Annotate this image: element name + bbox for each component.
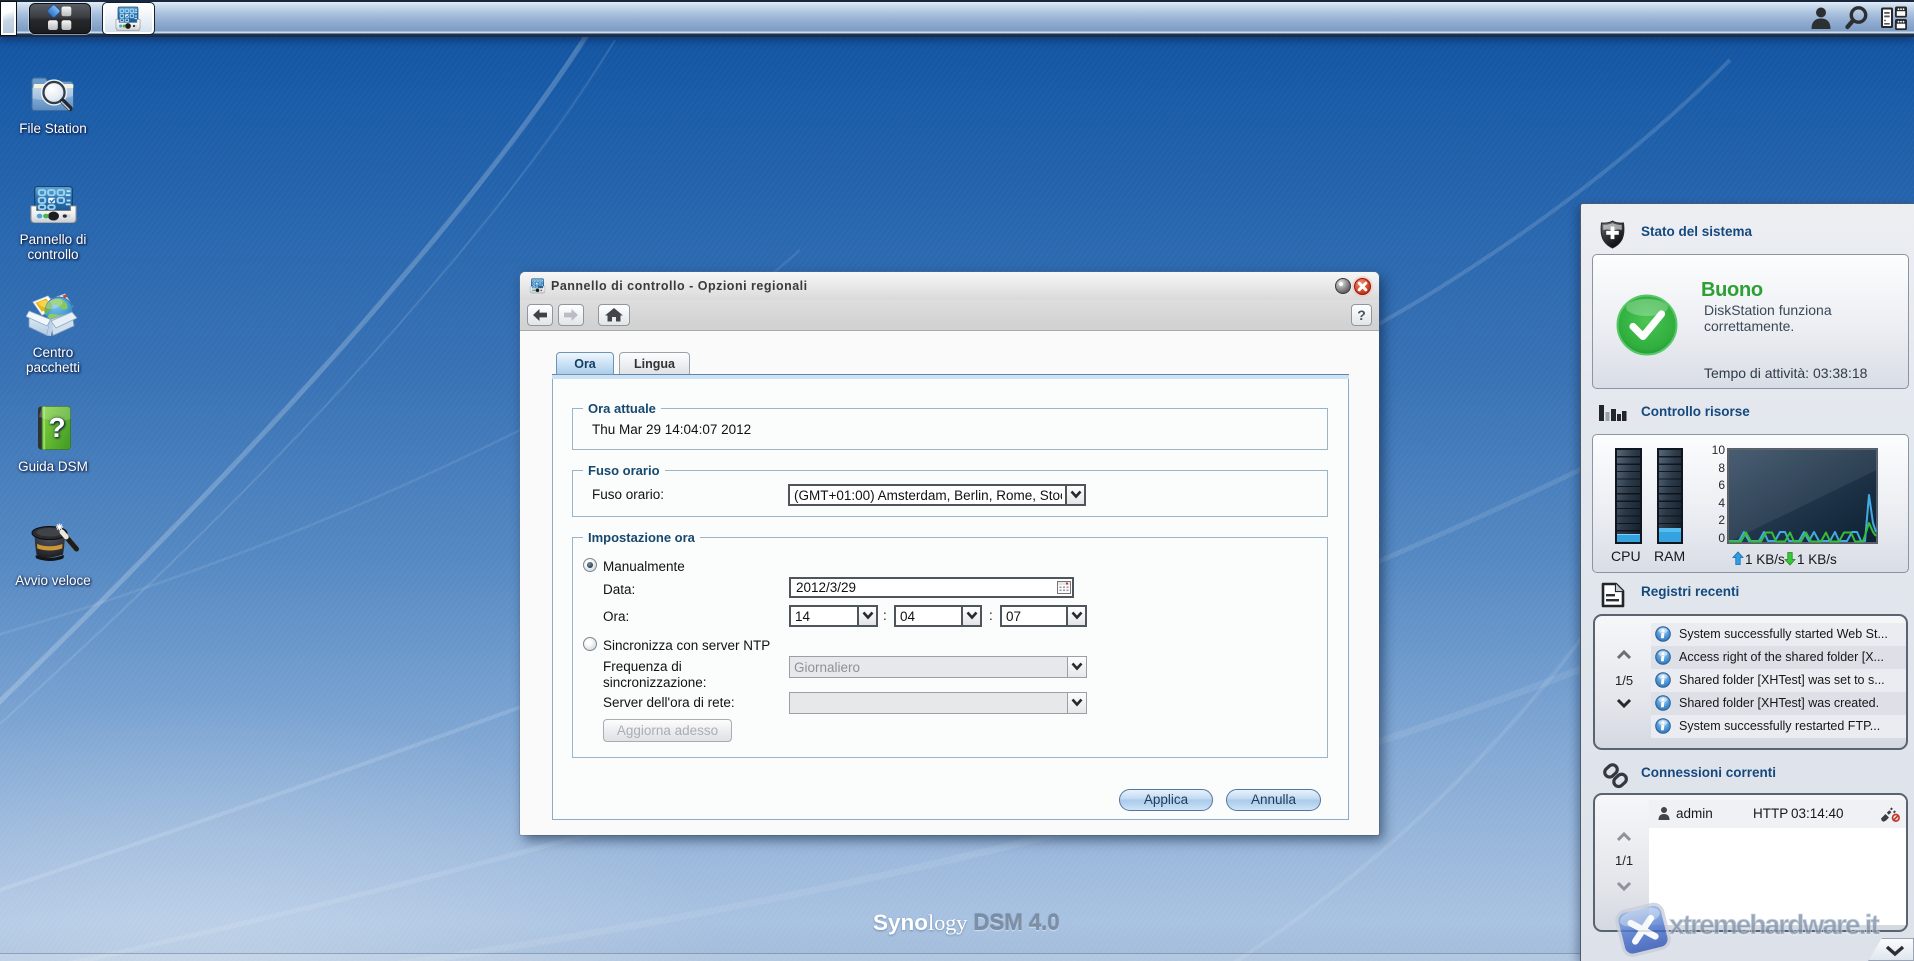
svg-text:?: ? — [48, 412, 65, 443]
